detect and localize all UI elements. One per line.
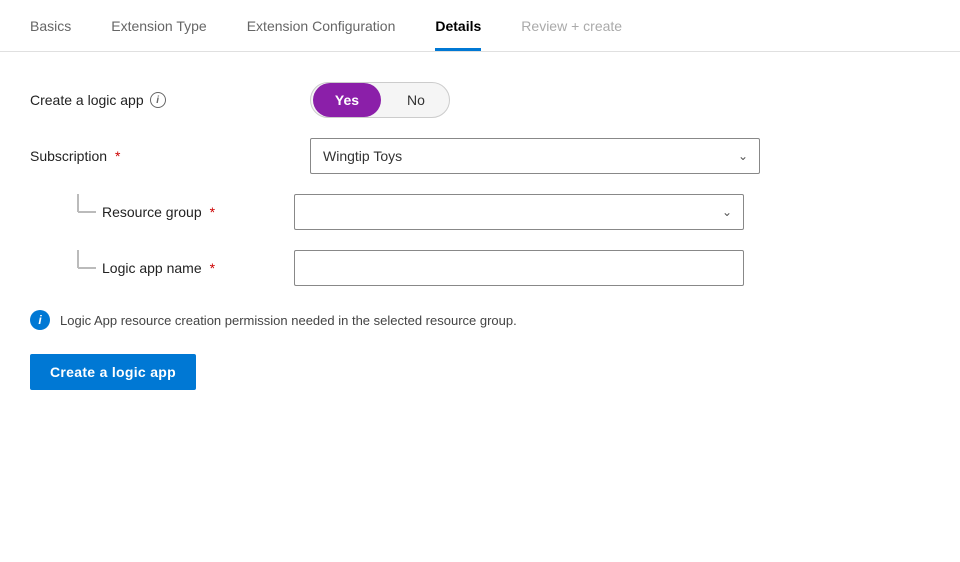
resource-group-label: Resource group * [102, 204, 294, 220]
subscription-select[interactable]: Wingtip Toys [310, 138, 760, 174]
logic-app-name-required: * [210, 260, 215, 276]
resource-group-row: Resource group * ⌄ [70, 194, 930, 230]
create-logic-app-button[interactable]: Create a logic app [30, 354, 196, 390]
info-message-row: i Logic App resource creation permission… [30, 310, 930, 330]
subscription-required: * [115, 148, 120, 164]
tab-extension-configuration[interactable]: Extension Configuration [247, 18, 396, 51]
info-message-text: Logic App resource creation permission n… [60, 313, 517, 328]
resource-group-select-wrapper: ⌄ [294, 194, 744, 230]
subscription-row: Subscription * Wingtip Toys ⌄ [30, 138, 930, 174]
logic-app-info-icon[interactable]: i [150, 92, 166, 108]
tab-review-create[interactable]: Review + create [521, 18, 622, 51]
subscription-select-wrapper: Wingtip Toys ⌄ [310, 138, 760, 174]
wizard-nav: Basics Extension Type Extension Configur… [0, 0, 960, 52]
resource-group-select[interactable] [294, 194, 744, 230]
subscription-label: Subscription * [30, 148, 310, 164]
tab-details[interactable]: Details [435, 18, 481, 51]
logic-app-toggle[interactable]: Yes No [310, 82, 450, 118]
toggle-no[interactable]: No [383, 83, 449, 117]
logic-app-name-row: Logic app name * [70, 250, 930, 286]
main-content: Create a logic app i Yes No Subscription… [0, 52, 960, 410]
tab-extension-type[interactable]: Extension Type [111, 18, 206, 51]
info-circle-icon: i [30, 310, 50, 330]
logic-app-name-connector-svg [70, 250, 96, 286]
tab-basics[interactable]: Basics [30, 18, 71, 51]
toggle-yes[interactable]: Yes [313, 83, 381, 117]
logic-app-name-label: Logic app name * [102, 260, 294, 276]
logic-app-name-input[interactable] [294, 250, 744, 286]
resource-group-required: * [210, 204, 215, 220]
logic-app-toggle-row: Create a logic app i Yes No [30, 82, 930, 118]
resource-group-connector-svg [70, 194, 96, 230]
logic-app-label: Create a logic app i [30, 92, 310, 108]
